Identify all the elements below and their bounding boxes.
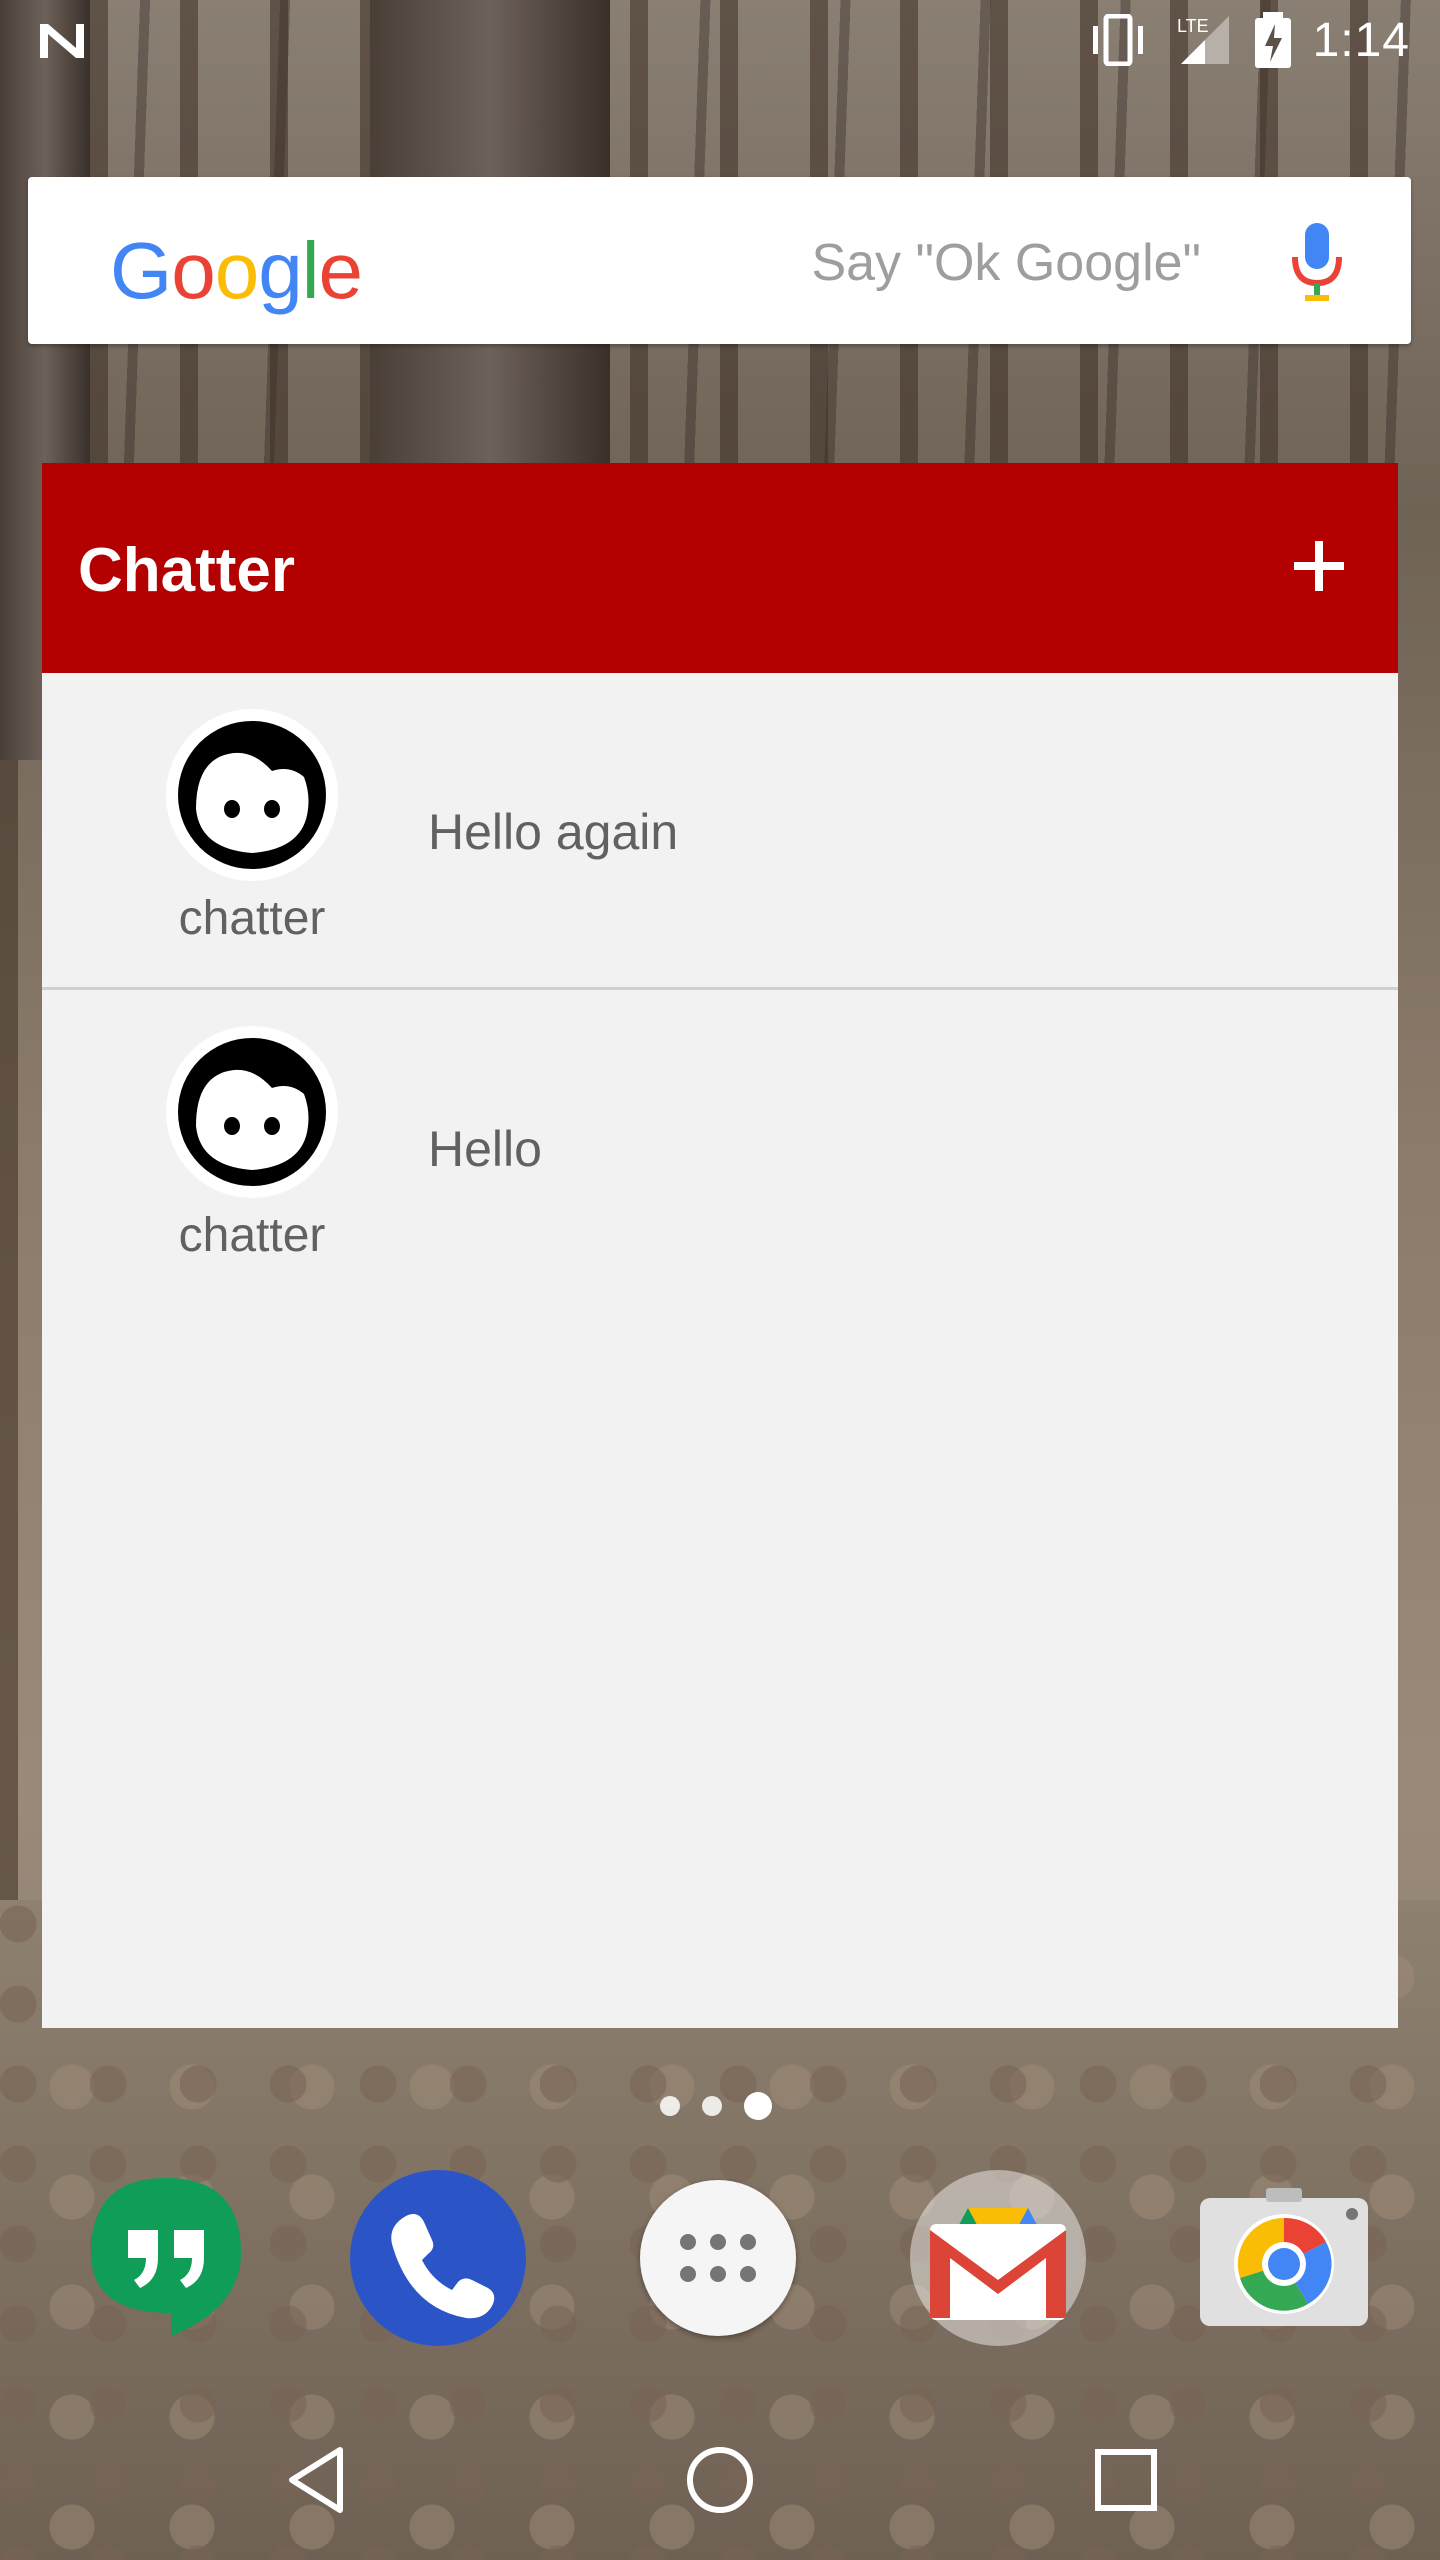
recents-icon[interactable] bbox=[1086, 2440, 1166, 2520]
n-notification-icon bbox=[40, 24, 84, 58]
message-row[interactable]: chatter Hello bbox=[42, 990, 1398, 1304]
network-type: LTE bbox=[1177, 16, 1209, 36]
phone-icon[interactable] bbox=[348, 2168, 528, 2348]
chatter-widget: Chatter chatter Hello again chatter Hell… bbox=[42, 463, 1398, 2028]
battery-charging-icon bbox=[1254, 12, 1291, 68]
page-indicator bbox=[660, 2092, 772, 2120]
app-drawer-icon[interactable] bbox=[640, 2180, 796, 2336]
message-sender: chatter bbox=[178, 1209, 326, 1262]
navigation-bar bbox=[0, 2400, 1440, 2560]
status-bar: LTE 1:14 bbox=[0, 0, 1440, 80]
message-row[interactable]: chatter Hello again bbox=[42, 673, 1398, 990]
gmail-icon[interactable] bbox=[908, 2168, 1088, 2348]
google-logo: Google bbox=[110, 226, 363, 315]
message-text: Hello bbox=[428, 1121, 542, 1177]
google-search-bar[interactable]: Google Say "Ok Google" bbox=[28, 177, 1411, 344]
message-sender: chatter bbox=[178, 892, 326, 945]
plus-icon[interactable] bbox=[1276, 523, 1362, 609]
widget-title: Chatter bbox=[78, 536, 296, 605]
vibrate-icon bbox=[1092, 14, 1143, 66]
face-avatar-icon bbox=[166, 709, 338, 881]
lte-signal-icon: LTE bbox=[1177, 16, 1229, 64]
home-icon[interactable] bbox=[680, 2440, 760, 2520]
widget-header: Chatter bbox=[42, 463, 1398, 673]
back-icon[interactable] bbox=[280, 2440, 360, 2520]
face-avatar-icon bbox=[166, 1026, 338, 1198]
clock: 1:14 bbox=[1312, 13, 1410, 67]
message-text: Hello again bbox=[428, 804, 679, 860]
search-hint: Say "Ok Google" bbox=[811, 234, 1201, 292]
page-dot bbox=[702, 2096, 722, 2116]
mic-icon[interactable] bbox=[1287, 221, 1347, 303]
page-dot bbox=[660, 2096, 680, 2116]
hangouts-icon[interactable] bbox=[76, 2168, 256, 2348]
page-dot-active bbox=[744, 2092, 772, 2120]
camera-icon[interactable] bbox=[1194, 2168, 1374, 2348]
